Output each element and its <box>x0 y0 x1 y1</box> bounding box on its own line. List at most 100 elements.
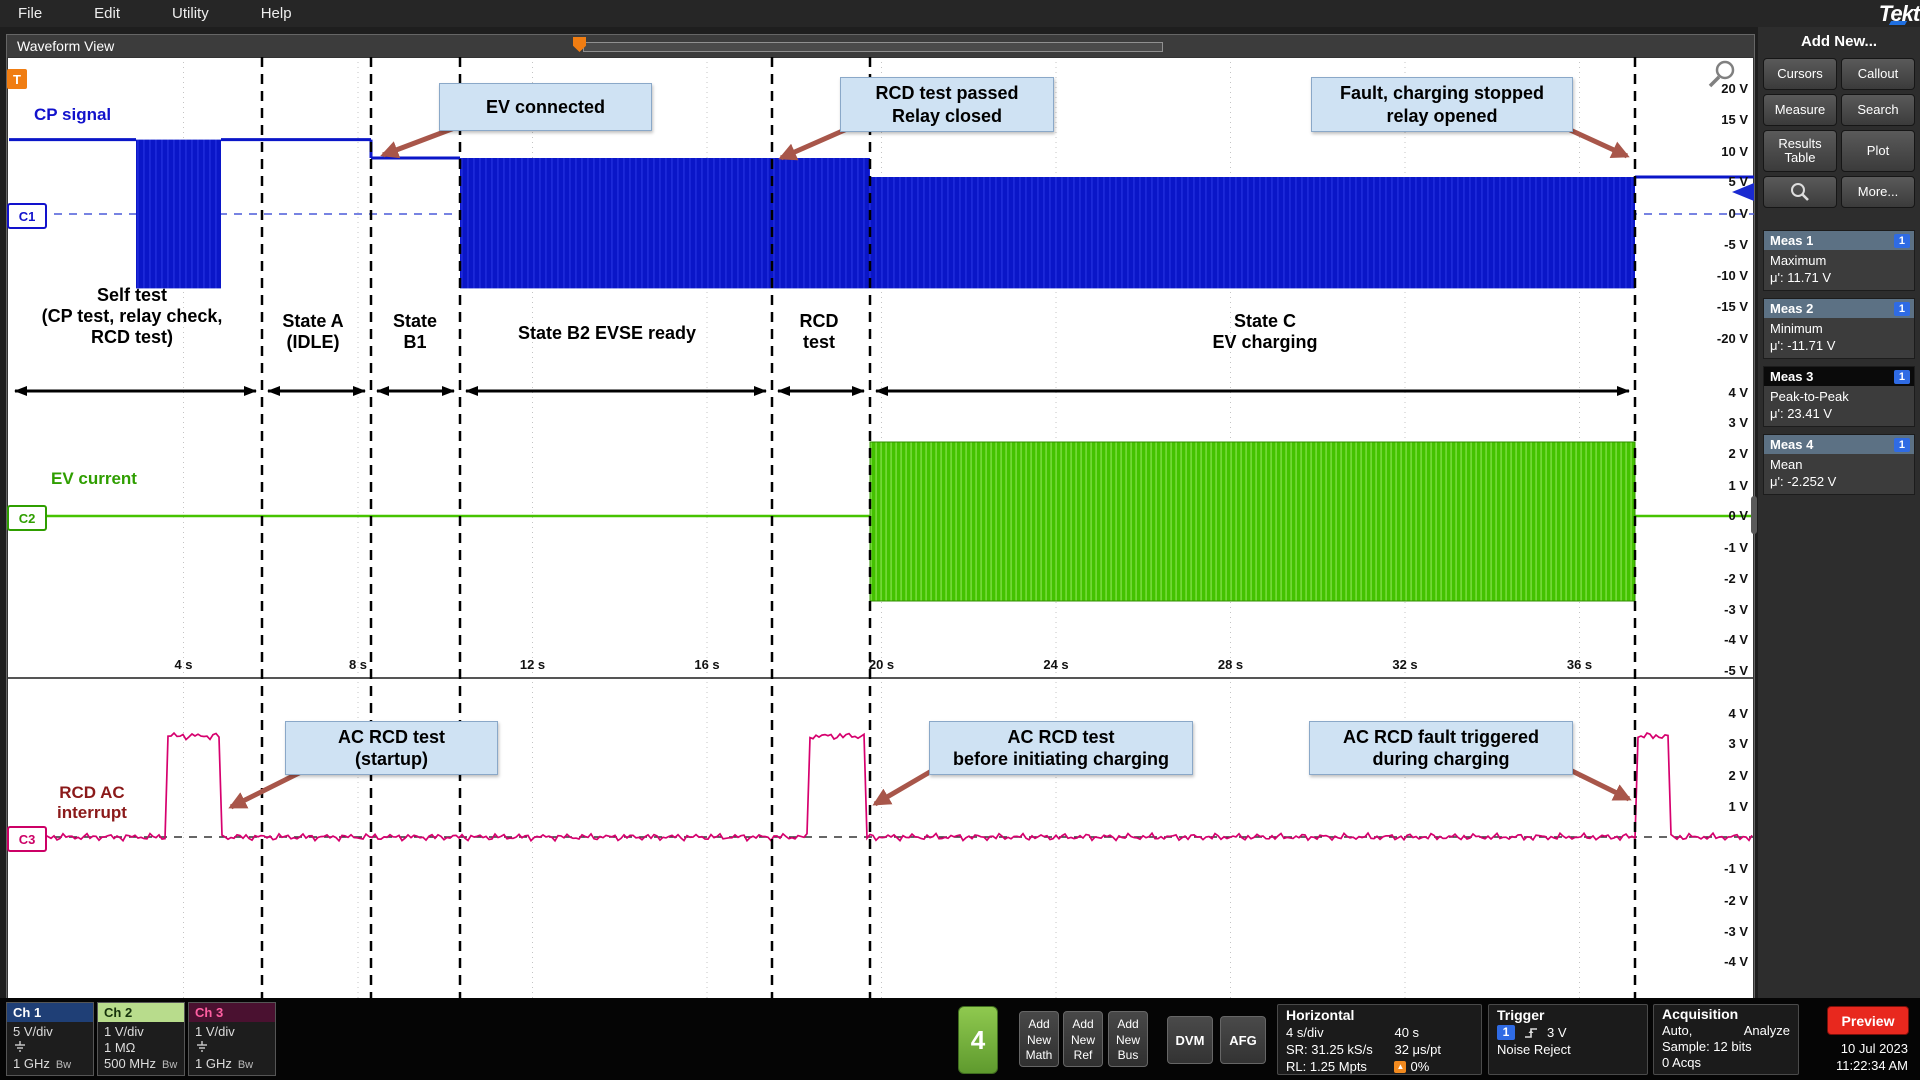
meas-3-value: μ': 23.41 V <box>1770 405 1908 422</box>
more-button[interactable]: More... <box>1841 176 1915 208</box>
cp-signal-label: CP signal <box>34 105 111 125</box>
horizontal-record-length: RL: 1.25 Mpts <box>1286 1058 1367 1075</box>
cp-scale-label: 10 V <box>1721 143 1748 161</box>
settings-bar: Ch 1 5 V/div 1 GHzBw Ch 2 1 V/div 1 MΩ 5… <box>0 998 1920 1080</box>
state-label-b1: State B1 <box>355 311 475 353</box>
plot-button[interactable]: Plot <box>1841 130 1915 172</box>
expansion-point-icon: ▲ <box>1394 1061 1406 1073</box>
channel-3-flag[interactable]: C3 <box>7 826 47 852</box>
horizontal-sample-rate: SR: 31.25 kS/s <box>1286 1041 1373 1058</box>
callout-ev-connected[interactable]: EV connected <box>439 83 652 131</box>
cp-scale-label: 15 V <box>1721 111 1748 129</box>
meas-1-type: Maximum <box>1770 252 1908 269</box>
channel-1-flag[interactable]: C1 <box>7 203 47 229</box>
cp-scale-label: -20 V <box>1717 330 1748 348</box>
preview-button[interactable]: Preview <box>1827 1006 1909 1035</box>
cursors-button[interactable]: Cursors <box>1763 58 1837 90</box>
zoom-mode-button[interactable] <box>1763 176 1837 208</box>
cp-scale-label: -15 V <box>1717 298 1748 316</box>
callout-fault[interactable]: Fault, charging stopped relay opened <box>1311 77 1573 132</box>
magnifier-icon <box>1789 181 1811 203</box>
channel-3-name: Ch 3 <box>189 1003 275 1022</box>
channel-2-badge[interactable]: Ch 2 1 V/div 1 MΩ 500 MHzBw <box>97 1002 185 1076</box>
trigger-source-channel-badge: 1 <box>1497 1025 1515 1040</box>
channel-3-scale: 1 V/div <box>195 1024 269 1040</box>
time-axis-label: 20 s <box>869 657 894 672</box>
callout-rcd-before-charging[interactable]: AC RCD test before initiating charging <box>929 721 1193 775</box>
channel-4-button[interactable]: 4 <box>958 1006 998 1074</box>
trigger-source-badge[interactable]: T <box>7 69 27 89</box>
dvm-button[interactable]: DVM <box>1167 1016 1213 1064</box>
trigger-mode: Noise Reject <box>1497 1041 1571 1058</box>
callout-rcd-fault[interactable]: AC RCD fault triggered during charging <box>1309 721 1573 775</box>
rcd-scale-label: 1 V <box>1728 798 1748 816</box>
meas-2-type: Minimum <box>1770 320 1908 337</box>
add-new-ref-button[interactable]: Add New Ref <box>1063 1011 1103 1067</box>
meas-2-card[interactable]: Meas 2 1 Minimum μ': -11.71 V <box>1763 298 1915 359</box>
time-axis-label: 12 s <box>520 657 545 672</box>
channel-1-bandwidth: 1 GHz <box>13 1056 50 1072</box>
time-axis-label: 24 s <box>1043 657 1068 672</box>
meas-1-card[interactable]: Meas 11 Maximum μ': 11.71 V <box>1763 230 1915 291</box>
ev-current-waveform <box>9 442 1754 601</box>
horizontal-duration: 40 s <box>1394 1024 1419 1041</box>
trigger-panel[interactable]: Trigger 1 3 V Noise Reject <box>1488 1004 1648 1075</box>
ground-coupling-icon <box>195 1040 269 1056</box>
time-axis-label: 32 s <box>1392 657 1417 672</box>
meas-2-source-badge: 1 <box>1894 302 1910 316</box>
search-button[interactable]: Search <box>1841 94 1915 126</box>
channel-1-bw-tag: Bw <box>56 1057 71 1073</box>
meas-2-name: Meas 2 <box>1770 301 1813 316</box>
menu-help[interactable]: Help <box>261 5 292 22</box>
state-label-rcd-test: RCD test <box>759 311 879 353</box>
time-axis-label: 8 s <box>349 657 367 672</box>
afg-button[interactable]: AFG <box>1220 1016 1266 1064</box>
menu-edit[interactable]: Edit <box>94 5 120 22</box>
rising-edge-icon <box>1523 1025 1539 1041</box>
horizontal-pan-rail[interactable] <box>583 42 1163 52</box>
graticule-area[interactable]: T C1 C2 C3 CP signal EV current RCD AC i… <box>7 57 1754 999</box>
callout-rcd-startup[interactable]: AC RCD test (startup) <box>285 721 498 775</box>
ev-scale-label: 4 V <box>1728 384 1748 402</box>
time-axis-label: 28 s <box>1218 657 1243 672</box>
trigger-level: 3 V <box>1547 1024 1567 1041</box>
ground-coupling-icon <box>13 1040 87 1056</box>
ev-scale-label: -1 V <box>1724 539 1748 557</box>
panel-resize-handle[interactable] <box>1751 496 1757 534</box>
meas-3-card[interactable]: Meas 31 Peak-to-Peak μ': 23.41 V <box>1763 366 1915 427</box>
rcd-interrupt-label: RCD AC interrupt <box>57 783 127 823</box>
channel-2-name: Ch 2 <box>98 1003 184 1022</box>
acquisition-panel[interactable]: Acquisition Auto, Analyze Sample: 12 bit… <box>1653 1004 1799 1075</box>
ev-scale-label: 0 V <box>1728 507 1748 525</box>
channel-2-bw-tag: Bw <box>162 1057 177 1073</box>
meas-1-name: Meas 1 <box>1770 233 1813 248</box>
waveform-view-titlebar[interactable]: Waveform View <box>7 35 1754 57</box>
channel-3-bw-tag: Bw <box>238 1057 253 1073</box>
meas-4-name: Meas 4 <box>1770 437 1813 452</box>
channel-1-badge[interactable]: Ch 1 5 V/div 1 GHzBw <box>6 1002 94 1076</box>
cp-scale-label: 5 V <box>1728 173 1748 191</box>
channel-3-badge[interactable]: Ch 3 1 V/div 1 GHzBw <box>188 1002 276 1076</box>
callout-rcd-passed[interactable]: RCD test passed Relay closed <box>840 77 1054 132</box>
rcd-scale-label: 2 V <box>1728 767 1748 785</box>
meas-3-source-badge: 1 <box>1894 370 1910 384</box>
meas-2-value: μ': -11.71 V <box>1770 337 1908 354</box>
channel-2-flag[interactable]: C2 <box>7 505 47 531</box>
add-new-math-button[interactable]: Add New Math <box>1019 1011 1059 1067</box>
menu-file[interactable]: File <box>18 5 42 22</box>
meas-4-source-badge: 1 <box>1894 438 1910 452</box>
measure-button[interactable]: Measure <box>1763 94 1837 126</box>
callout-button[interactable]: Callout <box>1841 58 1915 90</box>
meas-4-card[interactable]: Meas 41 Mean μ': -2.252 V <box>1763 434 1915 495</box>
rcd-scale-label: -2 V <box>1724 892 1748 910</box>
horizontal-panel[interactable]: Horizontal 4 s/div 40 s SR: 31.25 kS/s 3… <box>1277 1004 1482 1075</box>
rcd-scale-label: 3 V <box>1728 735 1748 753</box>
acquisition-mode: Auto, <box>1662 1023 1692 1039</box>
trigger-title: Trigger <box>1497 1007 1544 1024</box>
time-axis-label: 36 s <box>1567 657 1592 672</box>
cp-scale-label: -10 V <box>1717 267 1748 285</box>
menu-utility[interactable]: Utility <box>172 5 209 22</box>
add-new-bus-button[interactable]: Add New Bus <box>1108 1011 1148 1067</box>
results-table-button[interactable]: Results Table <box>1763 130 1837 172</box>
acquisition-title: Acquisition <box>1662 1006 1738 1023</box>
